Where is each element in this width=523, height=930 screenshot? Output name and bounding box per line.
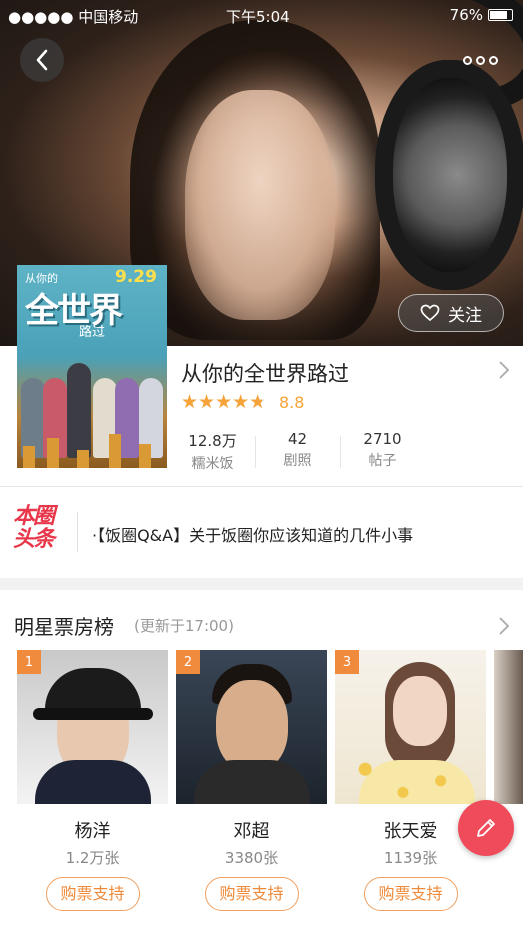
- star-card-partial[interactable]: [494, 650, 523, 804]
- stat-label: 帖子: [368, 453, 397, 469]
- poster-cast-figures: [17, 360, 167, 468]
- stat-posts[interactable]: 2710 帖子: [340, 430, 425, 474]
- buy-ticket-button[interactable]: 购票支持: [45, 877, 140, 911]
- rating-stars: ★★★★★ ★★★★★: [181, 391, 267, 413]
- star-card[interactable]: 1 杨洋 1.2万张 购票支持: [17, 650, 168, 911]
- battery-icon: [488, 9, 513, 21]
- stat-value: 42: [287, 430, 308, 448]
- poster-title: 全世界: [25, 291, 123, 331]
- ticket-count: 1.2万张: [65, 849, 120, 867]
- star-photo[interactable]: 2: [176, 650, 327, 804]
- follow-button[interactable]: 关注: [398, 294, 504, 332]
- movie-detail-link[interactable]: [498, 360, 510, 384]
- poster-subtitle: 路过: [79, 325, 106, 340]
- star-card[interactable]: 2 邓超 3380张 购票支持: [176, 650, 327, 911]
- star-photo[interactable]: 1: [17, 650, 168, 804]
- poster-date: 9.29: [115, 267, 157, 287]
- rating-score: 8.8: [279, 392, 305, 412]
- headline-logo: 本圈 头条: [13, 505, 63, 555]
- chevron-left-icon: [36, 49, 48, 71]
- more-dot-icon: [488, 55, 498, 65]
- rank-badge: 3: [335, 650, 359, 674]
- rank-badge: 1: [17, 650, 41, 674]
- rank-badge: 2: [176, 650, 200, 674]
- chevron-right-icon: [499, 617, 510, 635]
- star-photo[interactable]: 3: [335, 650, 486, 804]
- box-office-title: 明星票房榜: [14, 615, 114, 639]
- movie-poster[interactable]: 从你的 9.29 全世界 路过: [17, 265, 167, 468]
- carrier-label: ●●●●● 中国移动: [8, 8, 139, 26]
- headline-logo-line: 本圈: [13, 504, 55, 529]
- movie-stats: 12.8万 糯米饭 42 剧照 2710 帖子: [170, 430, 425, 474]
- follow-label: 关注: [448, 305, 482, 326]
- buy-ticket-button[interactable]: 购票支持: [363, 877, 458, 911]
- stat-value: 12.8万: [188, 432, 237, 450]
- pencil-icon: [477, 819, 495, 837]
- heart-icon: [420, 304, 440, 322]
- more-dot-icon: [462, 55, 472, 65]
- box-office-update-time: (更新于17:00): [134, 617, 234, 635]
- clock-label: 下午5:04: [226, 8, 290, 26]
- section-spacer: [0, 578, 523, 590]
- more-button[interactable]: [455, 45, 505, 75]
- divider: [77, 512, 78, 552]
- stat-value: 2710: [363, 430, 402, 448]
- star-name: 杨洋: [74, 821, 111, 842]
- movie-rating: ★★★★★ ★★★★★ 8.8: [181, 392, 304, 412]
- ticket-count: 1139张: [383, 849, 438, 867]
- stat-label: 剧照: [283, 453, 312, 469]
- headline-article-link[interactable]: ·【饭圈Q&A】关于饭圈你应该知道的几件小事: [92, 522, 413, 546]
- battery-label: 76%: [449, 6, 483, 24]
- chevron-right-icon: [499, 361, 510, 379]
- headline-logo-line: 头条: [13, 527, 55, 552]
- stat-fans[interactable]: 12.8万 糯米饭: [170, 430, 255, 474]
- back-button[interactable]: [20, 38, 64, 82]
- buy-ticket-button[interactable]: 购票支持: [204, 877, 299, 911]
- movie-title[interactable]: 从你的全世界路过: [181, 358, 349, 388]
- star-name: 邓超: [233, 821, 270, 842]
- ticket-count: 3380张: [224, 849, 279, 867]
- compose-button[interactable]: [458, 800, 514, 856]
- more-dot-icon: [475, 55, 485, 65]
- star-card[interactable]: 3 张天爱 1139张 购票支持: [335, 650, 486, 911]
- box-office-more-link[interactable]: [498, 616, 510, 640]
- status-bar: ●●●●● 中国移动 下午5:04 76%: [0, 0, 523, 30]
- stat-label: 糯米饭: [191, 456, 234, 472]
- divider: [0, 486, 523, 487]
- stat-stills[interactable]: 42 剧照: [255, 430, 340, 474]
